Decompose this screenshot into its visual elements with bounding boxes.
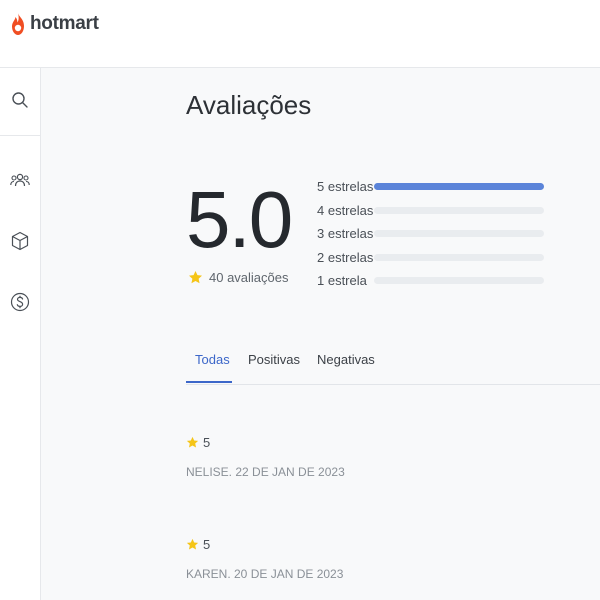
distribution-bar-fill — [374, 182, 544, 190]
review-author-date: NELISE. 22 DE JAN DE 2023 — [186, 465, 345, 479]
review-rating-value: 5 — [203, 537, 211, 552]
active-tab-indicator — [186, 381, 232, 383]
distribution-bar — [374, 276, 544, 284]
hotmart-logo[interactable]: hotmart — [9, 12, 99, 36]
sidebar-item-products[interactable] — [0, 223, 40, 259]
star-icon — [186, 436, 199, 448]
distribution-row-5[interactable]: 5 estrelas — [317, 178, 547, 194]
star-icon — [189, 270, 202, 284]
list-item: 5 NELISE. 22 DE JAN DE 2023 — [186, 435, 345, 479]
sidebar-divider — [0, 135, 40, 136]
tab-negativas[interactable]: Negativas — [317, 352, 375, 367]
top-bar: hotmart — [0, 0, 600, 68]
review-author-date: KAREN. 20 DE JAN DE 2023 — [186, 567, 344, 581]
sidebar-item-search[interactable] — [0, 82, 40, 118]
search-icon — [12, 92, 28, 108]
sidebar — [0, 68, 41, 600]
distribution-bar — [374, 229, 544, 237]
distribution-row-4[interactable]: 4 estrelas — [317, 202, 547, 218]
rating-count: 40 avaliações — [188, 270, 289, 285]
box-icon — [11, 231, 29, 251]
rating-count-label: 40 avaliações — [209, 270, 289, 285]
users-icon — [10, 173, 30, 187]
review-tabs: Todas Positivas Negativas — [186, 340, 600, 385]
tab-positivas[interactable]: Positivas — [248, 352, 300, 367]
distribution-row-2[interactable]: 2 estrelas — [317, 249, 547, 265]
brand-name: hotmart — [30, 13, 99, 34]
distribution-label: 2 estrelas — [317, 249, 374, 265]
tab-todas[interactable]: Todas — [195, 352, 230, 367]
distribution-row-1[interactable]: 1 estrela — [317, 272, 547, 288]
distribution-label: 3 estrelas — [317, 225, 374, 241]
average-score: 5.0 — [186, 175, 293, 264]
page-title: Avaliações — [186, 90, 312, 120]
dollar-icon — [10, 292, 30, 312]
sidebar-item-users[interactable] — [0, 162, 40, 198]
review-rating: 5 — [186, 537, 343, 552]
distribution-label: 1 estrela — [317, 272, 367, 288]
distribution-row-3[interactable]: 3 estrelas — [317, 225, 547, 241]
distribution-bar — [374, 206, 544, 214]
list-item: 5 KAREN. 20 DE JAN DE 2023 — [186, 537, 343, 581]
review-rating: 5 — [186, 435, 345, 450]
review-rating-value: 5 — [203, 435, 211, 450]
distribution-bar — [374, 182, 544, 190]
star-icon — [186, 538, 199, 550]
distribution-bar — [374, 253, 544, 261]
flame-icon — [12, 13, 24, 35]
sidebar-item-finance[interactable] — [0, 284, 40, 320]
distribution-label: 4 estrelas — [317, 202, 374, 218]
distribution-label: 5 estrelas — [317, 178, 374, 194]
